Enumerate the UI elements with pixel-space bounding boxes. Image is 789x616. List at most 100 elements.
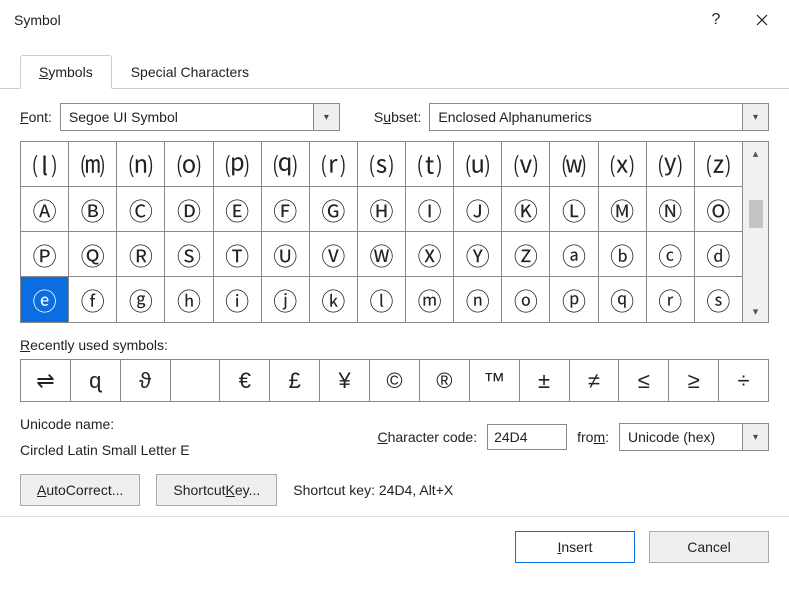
symbol-cell[interactable]: Ⓜ	[599, 187, 647, 232]
symbol-cell[interactable]: ⒧	[21, 142, 69, 187]
symbol-cell[interactable]: Ⓡ	[117, 232, 165, 277]
recent-cell[interactable]: ɋ	[71, 360, 121, 402]
symbol-cell[interactable]: ⓜ	[406, 277, 454, 322]
close-button[interactable]	[739, 0, 785, 40]
symbol-cell[interactable]: ⓑ	[599, 232, 647, 277]
symbol-cell[interactable]: ⓠ	[599, 277, 647, 322]
autocorrect-button[interactable]: AutoCorrect...	[20, 474, 140, 506]
symbol-cell[interactable]: Ⓧ	[406, 232, 454, 277]
scrollbar[interactable]: ▴ ▾	[743, 142, 769, 322]
symbol-cell[interactable]: ⓔ	[21, 277, 69, 322]
symbol-cell[interactable]: ⒰	[454, 142, 502, 187]
recent-cell[interactable]: ¥	[320, 360, 370, 402]
subset-dropdown-button[interactable]: ▾	[742, 104, 768, 130]
subset-select[interactable]: Enclosed Alphanumerics ▾	[429, 103, 769, 131]
insert-button[interactable]: Insert	[515, 531, 635, 563]
symbol-cell[interactable]: ⒵	[695, 142, 743, 187]
symbol-cell[interactable]: Ⓟ	[21, 232, 69, 277]
unicode-name-label: Unicode name:	[20, 416, 367, 432]
symbol-cell[interactable]: Ⓗ	[358, 187, 406, 232]
scroll-down-icon[interactable]: ▾	[743, 300, 768, 322]
symbol-cell[interactable]: ⓓ	[695, 232, 743, 277]
footer: Insert Cancel	[0, 516, 789, 577]
symbol-cell[interactable]: Ⓕ	[262, 187, 310, 232]
recent-cell[interactable]: ™	[470, 360, 520, 402]
recent-cell[interactable]: ÷	[719, 360, 769, 402]
symbol-cell[interactable]: Ⓑ	[69, 187, 117, 232]
titlebar: Symbol ?	[0, 0, 789, 40]
recent-cell[interactable]: €	[220, 360, 270, 402]
symbol-cell[interactable]: Ⓖ	[310, 187, 358, 232]
symbol-cell[interactable]: ⒯	[406, 142, 454, 187]
from-select[interactable]: Unicode (hex) ▾	[619, 423, 769, 451]
scroll-up-icon[interactable]: ▴	[743, 142, 768, 164]
symbol-cell[interactable]: ⓘ	[214, 277, 262, 322]
symbol-cell[interactable]: ⓖ	[117, 277, 165, 322]
symbol-cell[interactable]: ⒳	[599, 142, 647, 187]
tab-special-characters[interactable]: Special Characters	[112, 55, 268, 89]
symbol-cell[interactable]: ⒩	[117, 142, 165, 187]
symbol-cell[interactable]: Ⓒ	[117, 187, 165, 232]
help-button[interactable]: ?	[693, 0, 739, 40]
shortcut-key-button[interactable]: Shortcut Key...	[156, 474, 277, 506]
scrollbar-thumb[interactable]	[749, 200, 763, 228]
symbol-cell[interactable]: ⒮	[358, 142, 406, 187]
recent-cell[interactable]: ≤	[619, 360, 669, 402]
symbol-cell[interactable]: Ⓨ	[454, 232, 502, 277]
char-code-input[interactable]: 24D4	[487, 424, 567, 450]
symbol-cell[interactable]: ⒬	[262, 142, 310, 187]
cancel-button[interactable]: Cancel	[649, 531, 769, 563]
recent-cell[interactable]: ©	[370, 360, 420, 402]
symbol-cell[interactable]: ⓐ	[550, 232, 598, 277]
symbol-cell[interactable]: Ⓔ	[214, 187, 262, 232]
font-dropdown-button[interactable]: ▾	[313, 104, 339, 130]
symbol-cell[interactable]: ⓡ	[647, 277, 695, 322]
symbol-cell[interactable]: ⓟ	[550, 277, 598, 322]
symbol-cell[interactable]: ⒨	[69, 142, 117, 187]
symbol-cell[interactable]: ⓗ	[165, 277, 213, 322]
symbol-cell[interactable]: ⒴	[647, 142, 695, 187]
symbol-cell[interactable]: ⓛ	[358, 277, 406, 322]
symbol-cell[interactable]: ⓙ	[262, 277, 310, 322]
symbol-cell[interactable]: Ⓓ	[165, 187, 213, 232]
symbol-cell[interactable]: Ⓛ	[550, 187, 598, 232]
recent-cell[interactable]: £	[270, 360, 320, 402]
recent-cell[interactable]: ϑ	[121, 360, 171, 402]
symbol-cell[interactable]: Ⓐ	[21, 187, 69, 232]
symbol-cell[interactable]: ⓞ	[502, 277, 550, 322]
symbol-cell[interactable]: Ⓚ	[502, 187, 550, 232]
from-label: from:	[577, 429, 609, 445]
symbol-cell[interactable]: ⓒ	[647, 232, 695, 277]
symbol-cell[interactable]: ⒱	[502, 142, 550, 187]
symbol-cell[interactable]: ⓚ	[310, 277, 358, 322]
symbol-cell[interactable]: ⒲	[550, 142, 598, 187]
from-dropdown-button[interactable]: ▾	[742, 424, 768, 450]
recent-cell[interactable]	[171, 360, 221, 402]
symbol-cell[interactable]: Ⓩ	[502, 232, 550, 277]
symbol-cell[interactable]: ⒭	[310, 142, 358, 187]
recent-cell[interactable]: ≠	[570, 360, 620, 402]
recent-cell[interactable]: ≥	[669, 360, 719, 402]
symbol-cell[interactable]: Ⓝ	[647, 187, 695, 232]
recent-cell[interactable]: ®	[420, 360, 470, 402]
symbol-cell[interactable]: Ⓘ	[406, 187, 454, 232]
symbol-cell[interactable]: Ⓙ	[454, 187, 502, 232]
tab-symbols[interactable]: Symbols	[20, 55, 112, 89]
symbol-cell[interactable]: Ⓢ	[165, 232, 213, 277]
symbol-cell[interactable]: ⓕ	[69, 277, 117, 322]
symbol-cell[interactable]: ⓢ	[695, 277, 743, 322]
symbol-cell[interactable]: Ⓦ	[358, 232, 406, 277]
recent-grid: ⇌ɋϑ €£¥©®™±≠≤≥÷	[20, 359, 769, 402]
symbol-cell[interactable]: Ⓞ	[695, 187, 743, 232]
symbol-cell[interactable]: ⓝ	[454, 277, 502, 322]
symbol-cell[interactable]: Ⓣ	[214, 232, 262, 277]
symbol-cell[interactable]: ⒪	[165, 142, 213, 187]
recent-cell[interactable]: ±	[520, 360, 570, 402]
font-select[interactable]: Segoe UI Symbol ▾	[60, 103, 340, 131]
symbol-cell[interactable]: Ⓠ	[69, 232, 117, 277]
recent-cell[interactable]: ⇌	[21, 360, 71, 402]
subset-value: Enclosed Alphanumerics	[430, 109, 742, 125]
symbol-cell[interactable]: Ⓤ	[262, 232, 310, 277]
symbol-cell[interactable]: ⒫	[214, 142, 262, 187]
symbol-cell[interactable]: Ⓥ	[310, 232, 358, 277]
